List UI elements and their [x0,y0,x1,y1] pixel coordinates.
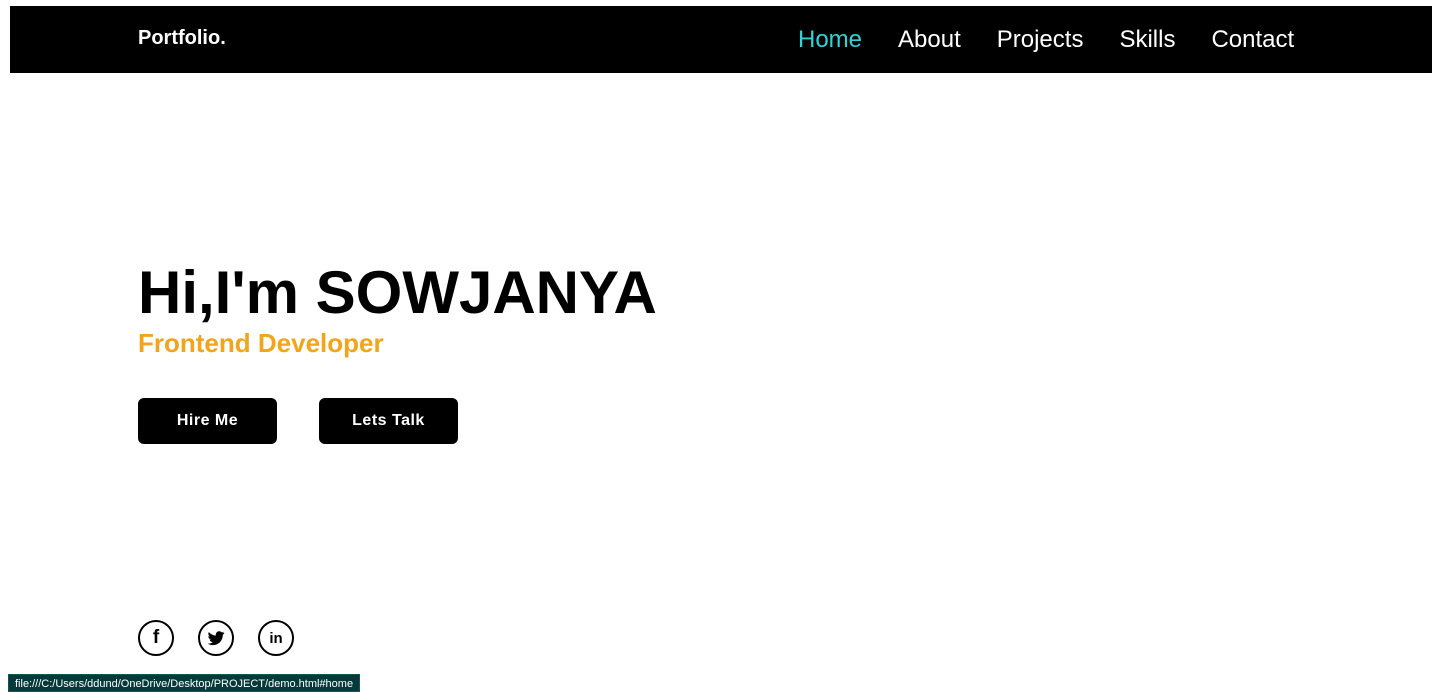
nav-link-projects[interactable]: Projects [997,24,1084,56]
nav-link-about[interactable]: About [898,24,961,56]
nav-link-home[interactable]: Home [798,24,862,56]
social-links: f in [138,620,318,656]
logo[interactable]: Portfolio. [138,27,226,50]
lets-talk-button[interactable]: Lets Talk [319,398,458,444]
facebook-icon[interactable]: f [138,620,174,656]
status-bar-url: file:///C:/Users/ddund/OneDrive/Desktop/… [8,674,361,692]
nav-link-contact[interactable]: Contact [1211,24,1294,56]
page: Portfolio. Home About Projects Skills Co… [0,0,1432,692]
hero-title: Hi,I'm SOWJANYA [138,259,657,326]
nav-link-skills[interactable]: Skills [1119,24,1175,56]
nav-links: Home About Projects Skills Contact [798,24,1330,56]
hire-me-button[interactable]: Hire Me [138,398,277,444]
twitter-icon[interactable] [198,620,234,656]
navbar: Portfolio. Home About Projects Skills Co… [10,6,1432,73]
hero-subtitle: Frontend Developer [138,328,384,358]
linkedin-icon[interactable]: in [258,620,294,656]
